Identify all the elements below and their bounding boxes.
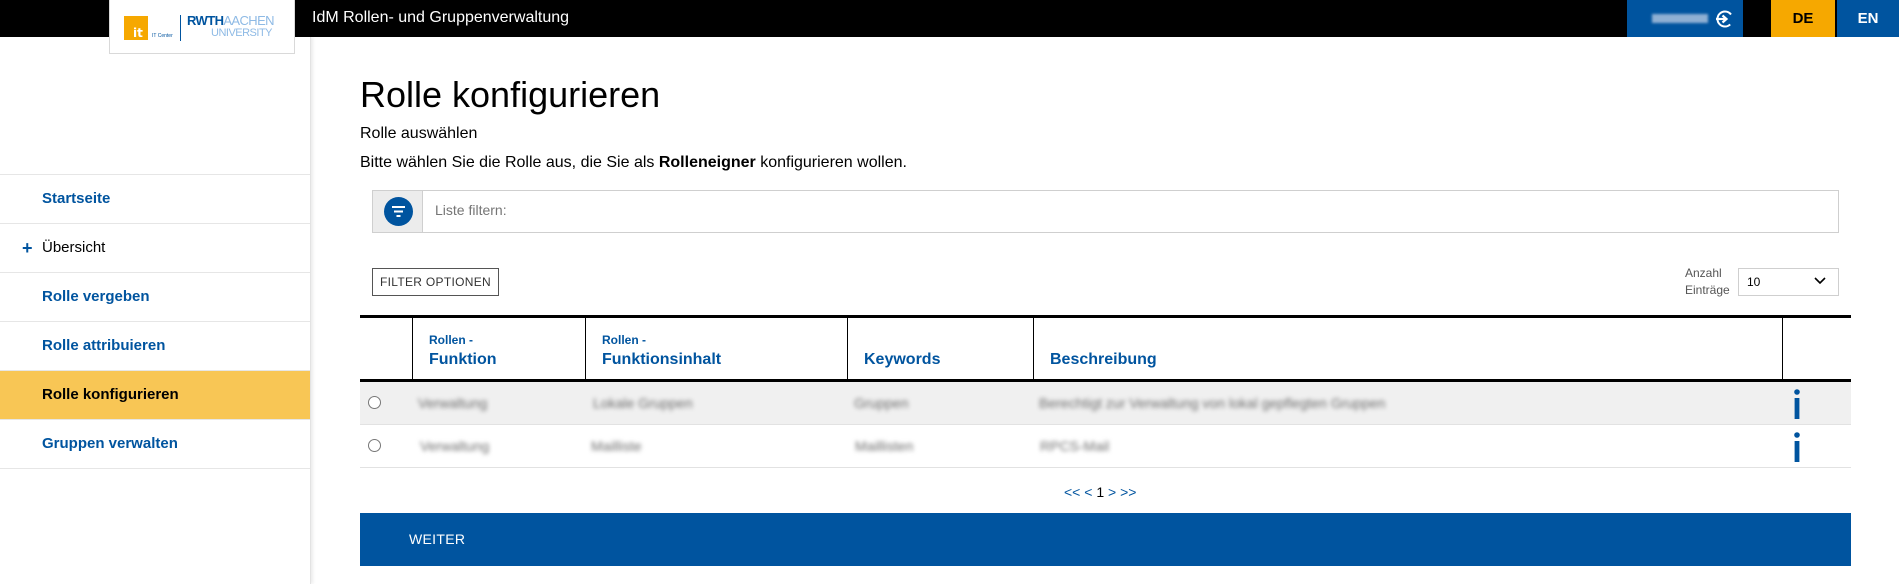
pagination: << < 1 > >>	[1064, 484, 1136, 500]
sidebar-item-label: Rolle attribuieren	[42, 337, 166, 354]
table-row[interactable]: Verwaltung Mailliste Maillisten RPCS-Mai…	[360, 425, 1851, 468]
entries-select-value: 10	[1747, 275, 1761, 289]
description-text-2: konfigurieren wollen.	[755, 154, 907, 171]
column-header-keywords[interactable]: Keywords	[847, 318, 1033, 382]
filter-icon	[384, 197, 413, 226]
column-header-beschreibung[interactable]: Beschreibung	[1033, 318, 1782, 382]
lang-de-button[interactable]: DE	[1771, 0, 1835, 37]
sidebar-item-rolle-vergeben[interactable]: Rolle vergeben	[0, 273, 310, 322]
rwth-wordmark: RWTHAACHEN	[187, 13, 275, 28]
cell-funktionsinhalt: Lokale Gruppen	[593, 395, 693, 411]
info-icon[interactable]	[1793, 431, 1801, 463]
filter-lines-icon	[392, 206, 405, 217]
sidebar-item-label: Rolle vergeben	[42, 288, 150, 305]
column-header-small: Rollen -	[602, 333, 646, 347]
lang-en-button[interactable]: EN	[1837, 0, 1899, 37]
user-name-blurred	[1652, 14, 1708, 23]
user-login-button[interactable]	[1627, 0, 1743, 37]
roles-table: Rollen - Funktion Rollen - Funktionsinha…	[360, 315, 1851, 468]
filter-bar	[372, 190, 1839, 233]
pager-current: 1	[1096, 484, 1105, 500]
column-header-label: Keywords	[864, 351, 941, 368]
app-title: IdM Rollen- und Gruppenverwaltung	[312, 9, 570, 26]
entries-label-line1: Anzahl	[1685, 266, 1722, 280]
cell-keywords: Maillisten	[855, 438, 914, 454]
description-text-1: Bitte wählen Sie die Rolle aus, die Sie …	[360, 154, 659, 171]
sidebar-item-gruppen-verwalten[interactable]: Gruppen verwalten	[0, 420, 310, 469]
column-header-funktion[interactable]: Rollen - Funktion	[412, 318, 585, 382]
sidebar-item-startseite[interactable]: Startseite	[0, 175, 310, 224]
pager-last[interactable]: >>	[1120, 484, 1136, 500]
cell-beschreibung: RPCS-Mail	[1040, 438, 1110, 454]
column-header-label: Funktionsinhalt	[602, 351, 722, 368]
sidebar-item-uebersicht[interactable]: + Übersicht	[0, 224, 310, 273]
page-subtitle: Rolle auswählen	[360, 125, 478, 142]
it-mark-text: it	[133, 26, 143, 40]
aachen-text: AACHEN	[223, 13, 274, 28]
sidebar-item-label: Übersicht	[42, 239, 106, 256]
cell-funktionsinhalt: Mailliste	[591, 438, 642, 454]
page-title: Rolle konfigurieren	[360, 74, 661, 115]
column-header-small: Rollen -	[429, 333, 473, 347]
cell-funktion: Verwaltung	[420, 438, 490, 454]
pager-next[interactable]: >	[1108, 484, 1116, 500]
filter-options-button[interactable]: FILTER OPTIONEN	[372, 268, 499, 296]
sidebar-item-label: Startseite	[42, 190, 111, 207]
info-icon[interactable]	[1793, 388, 1801, 420]
cell-funktion: Verwaltung	[418, 395, 488, 411]
rwth-logo[interactable]: it IT Center RWTHAACHEN UNIVERSITY	[109, 0, 295, 54]
row-radio[interactable]	[368, 439, 381, 452]
entries-label-line2: Einträge	[1685, 283, 1730, 297]
sidebar-nav: Startseite + Übersicht Rolle vergeben Rol…	[0, 174, 310, 469]
sidebar-item-rolle-attribuieren[interactable]: Rolle attribuieren	[0, 322, 310, 371]
entries-select[interactable]: 10	[1738, 268, 1839, 296]
column-header-info	[1782, 318, 1851, 382]
sidebar-item-label: Gruppen verwalten	[42, 435, 178, 452]
column-header-funktionsinhalt[interactable]: Rollen - Funktionsinhalt	[585, 318, 847, 382]
login-icon	[1716, 10, 1734, 28]
table-header: Rollen - Funktion Rollen - Funktionsinha…	[360, 318, 1851, 382]
cell-beschreibung: Berechtigt zur Verwaltung von lokal gepf…	[1039, 395, 1386, 411]
sidebar: Startseite + Übersicht Rolle vergeben Rol…	[0, 37, 311, 584]
rwth-text: RWTH	[187, 13, 224, 28]
logo-divider	[180, 15, 181, 41]
sidebar-item-rolle-konfigurieren[interactable]: Rolle konfigurieren	[0, 371, 310, 420]
row-radio[interactable]	[368, 396, 381, 409]
pager-first[interactable]: <<	[1064, 484, 1080, 500]
it-center-text: IT Center	[152, 33, 173, 39]
pager-prev[interactable]: <	[1084, 484, 1092, 500]
expand-plus-icon: +	[22, 238, 33, 258]
weiter-button[interactable]: WEITER	[360, 513, 1851, 566]
university-text: UNIVERSITY	[211, 27, 273, 39]
column-header-label: Beschreibung	[1050, 351, 1157, 368]
table-row[interactable]: Verwaltung Lokale Gruppen Gruppen Berech…	[360, 382, 1851, 425]
description-bold: Rolleneigner	[658, 154, 756, 171]
page-description: Bitte wählen Sie die Rolle aus, die Sie …	[360, 154, 907, 172]
filter-input[interactable]	[435, 202, 1815, 218]
sidebar-item-label: Rolle konfigurieren	[42, 386, 179, 403]
chevron-down-icon	[1814, 277, 1826, 285]
cell-keywords: Gruppen	[854, 395, 909, 411]
entries-label: Anzahl Einträge	[1685, 265, 1730, 299]
column-header-label: Funktion	[429, 351, 497, 368]
filter-icon-box[interactable]	[373, 191, 423, 232]
